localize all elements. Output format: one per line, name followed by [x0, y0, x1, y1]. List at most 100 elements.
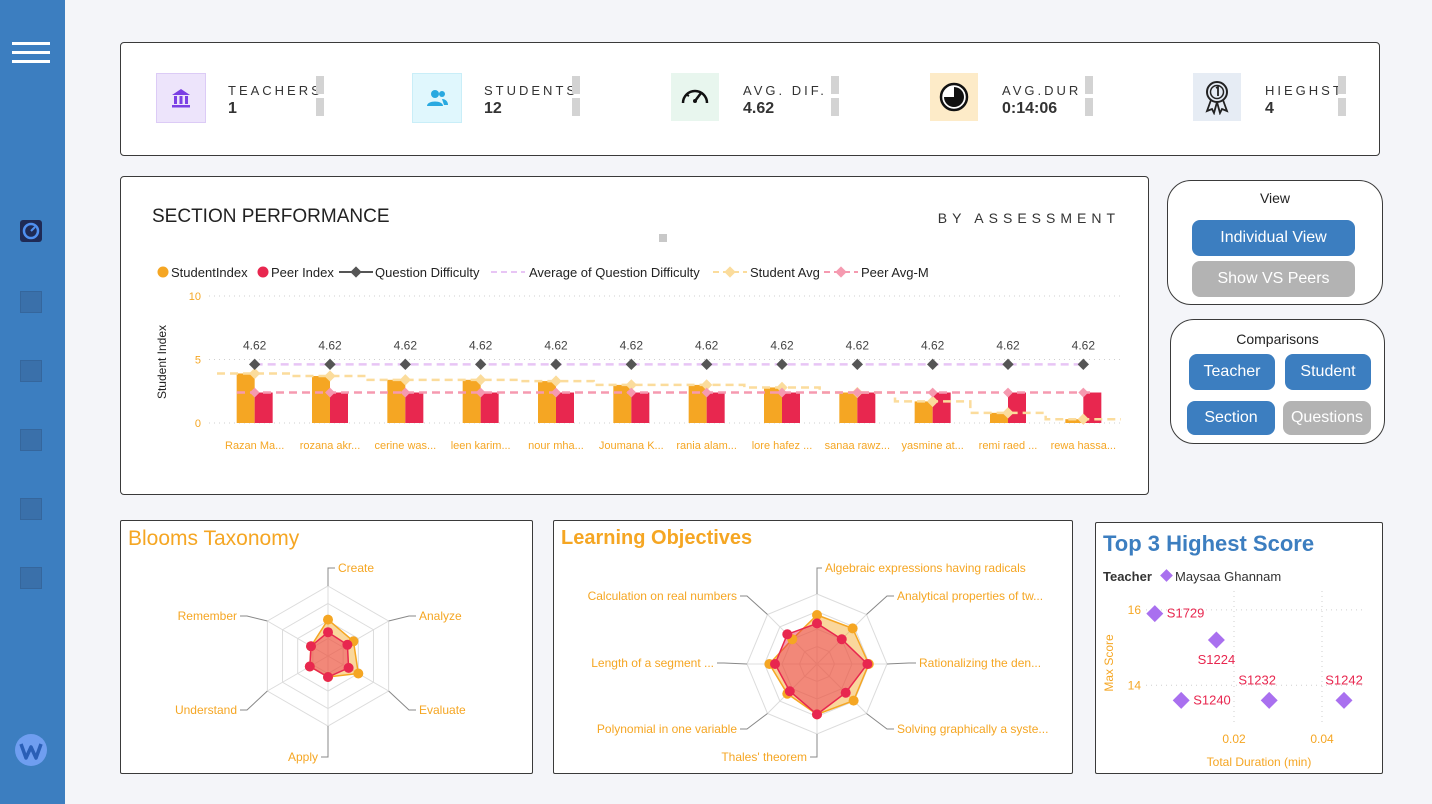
data-label: 4.62 — [846, 338, 870, 352]
radar-axis-label: Rationalizing the den... — [919, 656, 1041, 670]
radar-leader — [866, 713, 894, 730]
question-difficulty-point — [324, 358, 336, 370]
x-tick-label: Joumana K... — [599, 440, 664, 452]
question-difficulty-point — [550, 358, 562, 370]
x-tick-label: cerine was... — [374, 440, 436, 452]
radar-point — [784, 686, 795, 697]
x-tick-label: remi raed ... — [979, 440, 1038, 452]
comparisons-panel-title: Comparisons — [1236, 331, 1319, 347]
y-tick-label: 14 — [1128, 678, 1142, 692]
legend-marker — [724, 266, 736, 278]
x-axis-label: Total Duration (min) — [1207, 755, 1312, 769]
radar-point — [304, 661, 315, 672]
question-difficulty-point — [927, 358, 939, 370]
nav-item[interactable] — [20, 360, 42, 382]
data-label: 4.62 — [770, 338, 794, 352]
hamburger-icon[interactable] — [12, 42, 50, 64]
nav-item[interactable] — [20, 567, 42, 589]
question-difficulty-point — [1002, 358, 1014, 370]
scatter-point — [1335, 691, 1353, 709]
x-tick-label: leen karim... — [451, 440, 511, 452]
teacher-button[interactable]: Teacher — [1189, 354, 1275, 390]
top3-scatter-chart: 14 16 0.02 0.04 Total Duration (min) Max Scor… — [1102, 591, 1366, 769]
nav-item[interactable] — [20, 291, 42, 313]
radar-point — [836, 634, 847, 645]
bar-student-index — [236, 373, 255, 423]
scatter-label: S1232 — [1238, 672, 1276, 687]
blooms-radar-chart: Create Analyze Evaluate Apply Understand Reme… — [175, 561, 466, 764]
radar-point — [862, 659, 873, 669]
question-difficulty-point — [776, 358, 788, 370]
radar-leader — [388, 615, 416, 622]
nav-item[interactable] — [20, 498, 42, 520]
section-button[interactable]: Section — [1187, 401, 1275, 435]
kpi-bars — [1085, 76, 1093, 120]
data-label: 4.62 — [394, 338, 418, 352]
data-label: 4.62 — [318, 338, 342, 352]
radar-leader — [886, 662, 916, 665]
x-tick-label: lore hafez ... — [752, 440, 813, 452]
x-tick-label: sanaa rawz... — [825, 440, 890, 452]
scatter-point — [1260, 691, 1278, 709]
scatter-label: S1240 — [1193, 692, 1231, 707]
gauge-icon[interactable] — [20, 220, 42, 242]
legend-label: Average of Question Difficulty — [529, 265, 700, 280]
objectives-card: Learning Objectives Algebraic expression… — [553, 520, 1073, 774]
radar-point — [306, 641, 317, 652]
kpi-value: 12 — [484, 100, 502, 117]
radar-leader — [866, 595, 894, 615]
y-axis-label: Max Score — [1102, 634, 1116, 692]
data-label: 4.62 — [544, 338, 568, 352]
show-vs-peers-button[interactable]: Show VS Peers — [1192, 261, 1355, 297]
scatter-label: S1242 — [1325, 672, 1363, 687]
y-axis-label: Student Index — [155, 325, 169, 399]
section-performance-chart: StudentIndex Peer Index Question Difficult… — [155, 265, 1121, 452]
radar-axis-label: Algebraic expressions having radicals — [825, 561, 1026, 575]
award-icon — [1193, 73, 1241, 121]
bar-student-index — [312, 376, 330, 423]
x-tick-label: Razan Ma... — [225, 440, 284, 452]
nav-item[interactable] — [20, 429, 42, 451]
radar-axis-label: Evaluate — [419, 703, 466, 717]
bar-peer-index — [706, 392, 725, 423]
radar-point — [323, 614, 333, 625]
radar-axis-label: Analytical properties of tw... — [897, 589, 1043, 603]
scatter-point — [1207, 631, 1225, 649]
radar-leader — [240, 690, 268, 711]
radar-axis-label: Calculation on real numbers — [588, 589, 737, 603]
x-tick-label: 0.04 — [1310, 732, 1334, 746]
student-avg-line — [217, 372, 1121, 421]
radar-leader — [321, 726, 329, 758]
y-tick-label: 16 — [1128, 603, 1142, 617]
comparisons-panel: Comparisons Teacher Student Section Ques… — [1170, 319, 1385, 444]
kpi-bars — [316, 76, 324, 120]
bank-icon — [156, 73, 206, 123]
radar-axis-label: Polynomial in one variable — [597, 722, 737, 736]
radar-axis-label: Remember — [178, 609, 237, 623]
radar-point — [840, 687, 851, 698]
kpi-bars — [831, 76, 839, 120]
data-label: 4.62 — [620, 338, 644, 352]
scatter-label: S1729 — [1167, 606, 1205, 621]
kpi-label: HIEGHST — [1265, 83, 1344, 98]
kpi-strip: TEACHERS 1 STUDENTS 12 AVG. DIF. 4.62 AV… — [120, 42, 1380, 156]
x-tick-label: rozana akr... — [300, 440, 361, 452]
data-label: 4.62 — [695, 338, 719, 352]
radar-point — [847, 623, 858, 634]
radar-leader — [388, 690, 416, 711]
bar-peer-index — [330, 392, 348, 423]
student-button[interactable]: Student — [1285, 354, 1371, 390]
radar-leader — [240, 615, 268, 622]
questions-button[interactable]: Questions — [1283, 401, 1371, 435]
x-tick-label: rania alam... — [676, 440, 737, 452]
radar-point — [770, 659, 780, 669]
bar-student-index — [914, 401, 933, 423]
individual-view-button[interactable]: Individual View — [1192, 220, 1355, 256]
logo-icon — [13, 732, 49, 768]
bar-peer-index — [857, 392, 876, 423]
kpi-value: 4.62 — [743, 100, 775, 117]
y-tick-label: 0 — [195, 418, 201, 430]
radar-point — [848, 695, 859, 706]
kpi-bars — [1338, 76, 1346, 120]
kpi-label: TEACHERS — [228, 83, 323, 98]
